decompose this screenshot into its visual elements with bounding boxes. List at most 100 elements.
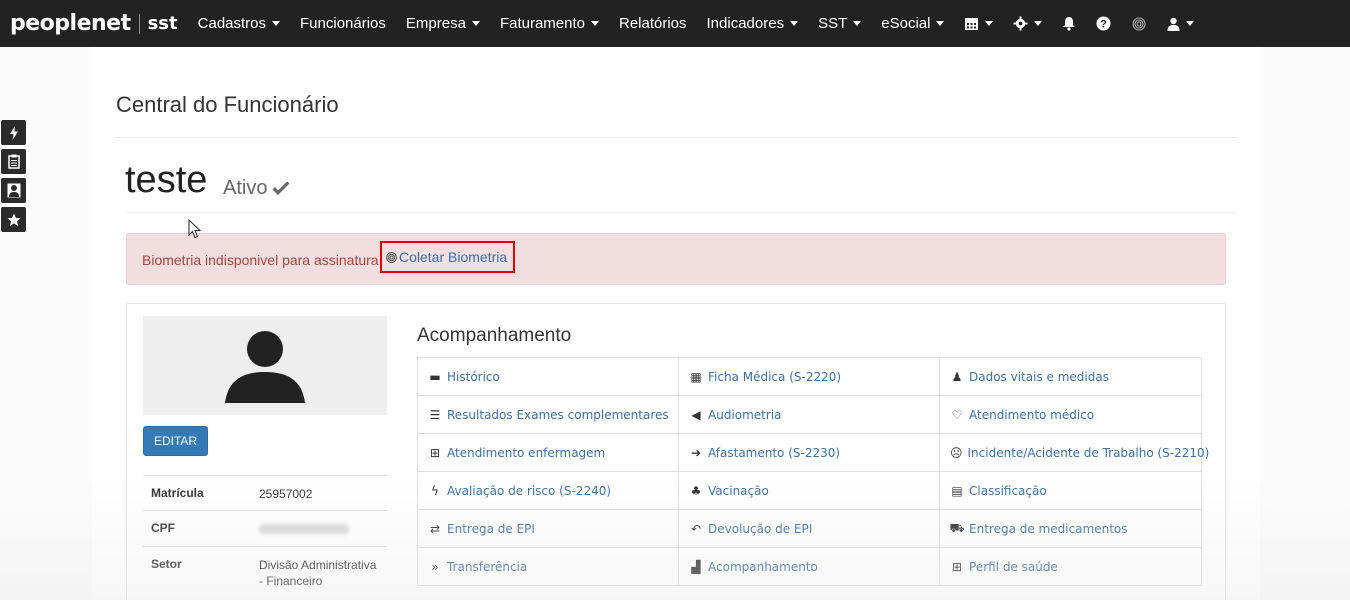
check-icon [272,181,290,195]
acompanhamento-item-label: Afastamento (S-2230) [708,445,841,460]
acompanhamento-item-label: Dados vitais e medidas [969,369,1109,384]
acompanhamento-item-label: Perfil de saúde [969,559,1058,574]
acompanhamento-item[interactable]: ▦ Ficha Médica (S-2220) [679,358,940,396]
acompanhamento-item[interactable]: ϟ Avaliação de risco (S-2240) [418,472,679,510]
acompanhamento-item[interactable]: ☰ Resultados Exames complementares [418,396,679,434]
acompanhamento-item[interactable]: ▤ Classificação [940,472,1202,510]
side-tool-clipboard[interactable] [1,149,26,174]
collect-biometry-link[interactable]: Coletar Biometria [380,241,515,273]
bar-chart-icon: ▟ [691,559,701,574]
caret-down-icon [936,21,945,26]
nav-funcionarios[interactable]: Funcionários [300,15,386,32]
edit-button[interactable]: EDITAR [143,426,208,456]
side-tool-profile[interactable] [1,178,26,203]
info-row-setor: Setor Divisão Administrativa - Financeir… [143,546,387,597]
caret-down-icon [272,21,281,26]
top-navbar: peoplenet sst Cadastros Funcionários Emp… [0,0,1350,47]
nav-faturamento-label: Faturamento [499,15,585,32]
nav-faturamento[interactable]: Faturamento [500,15,599,32]
help-icon: ? [1096,16,1111,31]
collect-biometry-label: Coletar Biometria [399,249,508,265]
acompanhamento-item[interactable]: ↶ Devolução de EPI [679,510,940,548]
users-icon: ♣ [690,483,702,498]
nav-empresa[interactable]: Empresa [406,15,480,32]
brand-logo[interactable]: peoplenet sst [10,11,178,36]
list-icon: ☰ [429,407,441,422]
acompanhamento-item[interactable]: ⊞ Perfil de saúde [940,548,1202,586]
bullhorn-icon: ◀ [691,407,701,422]
acompanhamento-item-label: Classificação [969,483,1047,498]
side-tool-favorites[interactable] [1,207,26,232]
nav-cadastros[interactable]: Cadastros [198,15,281,32]
fingerprint-icon [1132,16,1147,31]
nav-sst[interactable]: SST [818,15,862,32]
redacted-value [259,524,349,534]
main-container: Central do Funcionário teste Ativo Biome… [92,47,1260,600]
acompanhamento-item[interactable]: ➔ Afastamento (S-2230) [679,434,940,472]
caret-down-icon [853,21,862,26]
ambulance-icon: ⛟ [949,520,965,535]
acompanhamento-item-label: Resultados Exames complementares [447,407,669,422]
acompanhamento-item-label: Avaliação de risco (S-2240) [447,483,612,498]
nav-relatorios[interactable]: Relatórios [619,15,687,32]
info-key: Matrícula [151,486,204,500]
briefcase-icon: ▦ [690,369,702,384]
bolt-icon: ϟ [431,483,439,498]
nav-biometry[interactable] [1131,16,1147,32]
acompanhamento-item-label: Entrega de EPI [447,521,535,536]
divider [126,212,1236,213]
acompanhamento-item[interactable]: ♣ Vacinação [679,472,940,510]
nav-calendar[interactable] [964,16,994,31]
caret-down-icon [1034,21,1043,26]
acompanhamento-item-label: Incidente/Acidente de Trabalho (S-2210) [967,445,1210,460]
svg-text:?: ? [1101,19,1108,31]
info-value-redacted [259,521,379,538]
page-title: Central do Funcionário [116,92,339,117]
section-title: Acompanhamento [417,325,572,346]
nav-funcionarios-label: Funcionários [300,15,386,32]
nav-notifications[interactable] [1062,16,1076,31]
acompanhamento-item[interactable]: ⛟ Entrega de medicamentos [940,510,1202,548]
acompanhamento-item-label: Acompanhamento [708,559,818,574]
fingerprint-icon [386,251,397,263]
employee-status-label: Ativo [223,177,268,199]
frown-icon: ☹ [950,445,963,460]
user-icon [7,183,20,198]
nav-empresa-label: Empresa [405,15,466,32]
acompanhamento-item[interactable]: » Transferência [418,548,679,586]
nav-esocial[interactable]: eSocial [881,15,945,32]
nav-help[interactable]: ? [1096,16,1111,31]
acompanhamento-item[interactable]: ▟ Acompanhamento [679,548,940,586]
nav-settings[interactable] [1013,16,1043,31]
mouse-cursor-icon [188,219,202,239]
plus-square-icon: ⊞ [951,559,963,574]
caret-down-icon [1186,21,1195,26]
caret-down-icon [985,21,994,26]
divider [116,137,1236,138]
person-icon: ♟ [951,369,963,384]
alert-text: Biometria indisponivel para assinatura [142,252,379,268]
acompanhamento-item[interactable]: ◀ Audiometria [679,396,940,434]
calendar-icon [965,18,979,30]
exchange-icon: ⇄ [429,521,441,536]
nav-indicadores[interactable]: Indicadores [707,15,799,32]
info-row-cpf: CPF [143,510,387,546]
medkit-icon: ⊞ [429,445,441,460]
nav-user-menu[interactable] [1167,17,1195,31]
avatar-placeholder-icon [225,330,305,403]
acompanhamento-item[interactable]: ☹ Incidente/Acidente de Trabalho (S-2210) [940,434,1209,472]
acompanhamento-item[interactable]: ♟ Dados vitais e medidas [940,358,1202,396]
caret-down-icon [790,21,799,26]
user-icon [1167,17,1180,31]
acompanhamento-item[interactable]: ♡ Atendimento médico [940,396,1202,434]
acompanhamento-item-label: Ficha Médica (S-2220) [708,369,842,384]
employee-info-table: Matrícula 25957002 CPF Setor Divisão Adm… [143,475,387,597]
employee-panel: EDITAR Matrícula 25957002 CPF Setor Divi… [126,303,1226,600]
acompanhamento-item[interactable]: ⊞ Atendimento enfermagem [418,434,679,472]
employee-status: Ativo [223,177,291,200]
side-tool-quick[interactable] [1,120,26,145]
reply-icon: ↶ [690,521,702,536]
biometry-alert: Biometria indisponivel para assinatura C… [126,233,1226,285]
acompanhamento-item[interactable]: ▬ Histórico [418,358,679,396]
acompanhamento-item[interactable]: ⇄ Entrega de EPI [418,510,679,548]
